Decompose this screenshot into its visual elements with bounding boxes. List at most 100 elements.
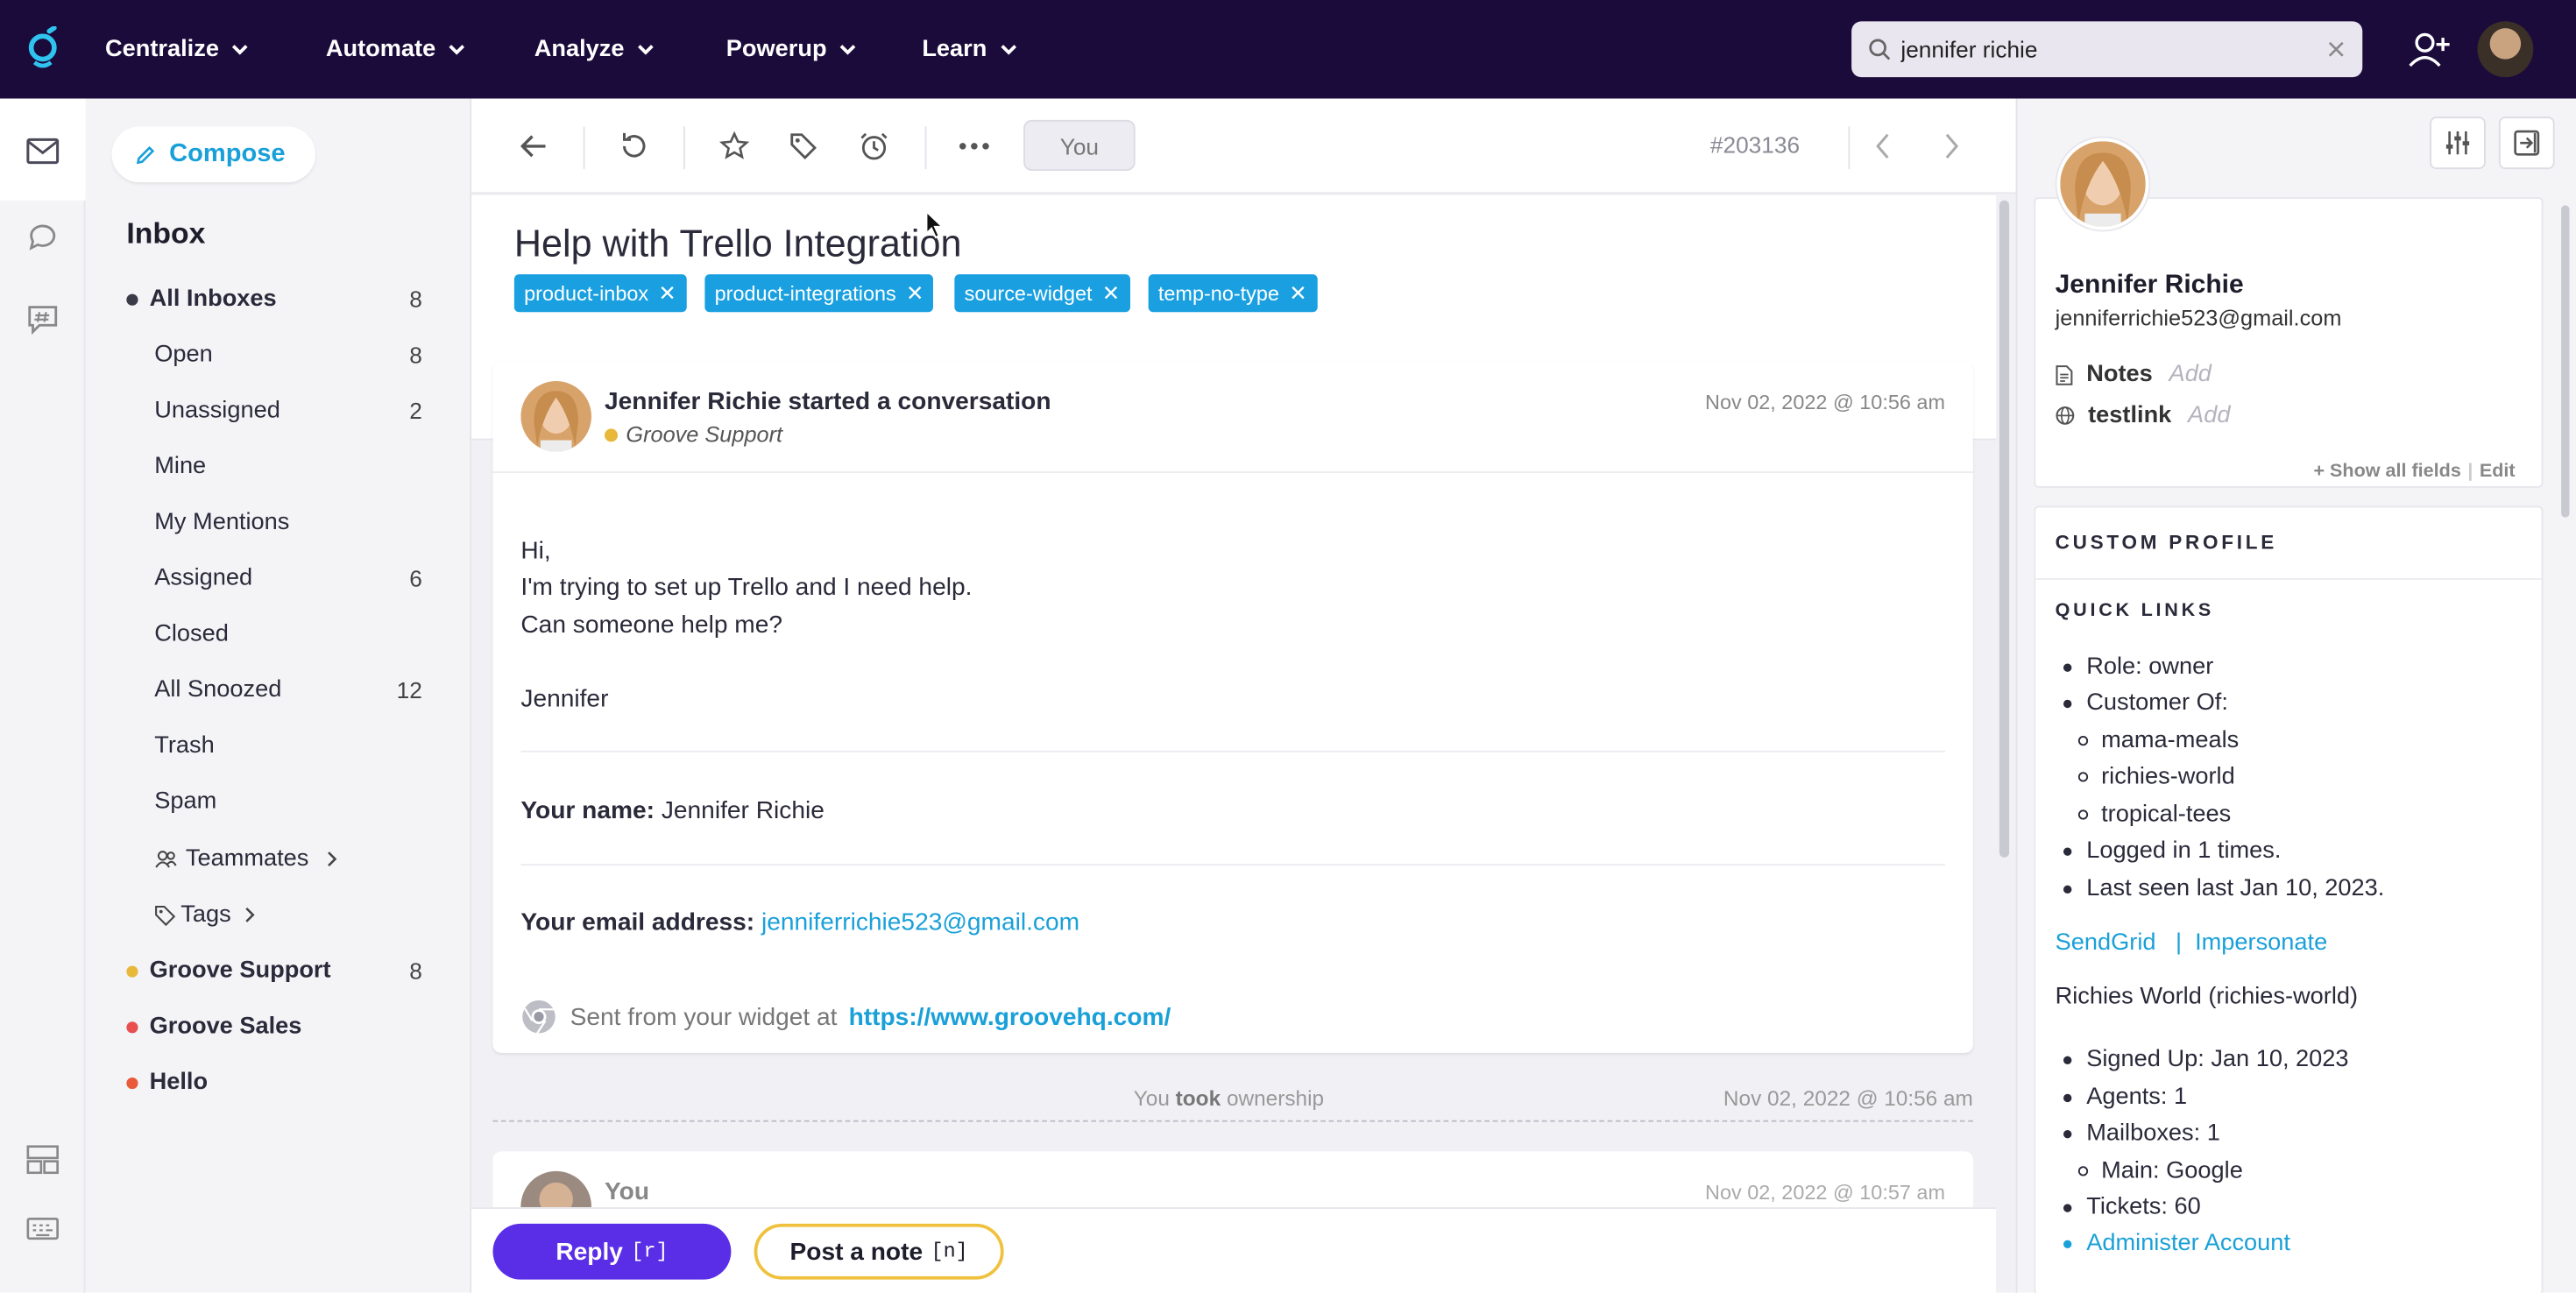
field-value: Jennifer Richie xyxy=(661,796,824,825)
chevron-down-icon xyxy=(638,45,654,55)
star-button[interactable] xyxy=(715,126,754,166)
message-body-line: I'm trying to set up Trello and I need h… xyxy=(520,573,973,602)
show-all-fields-link[interactable]: + Show all fields xyxy=(2313,462,2460,482)
link-separator: | xyxy=(2175,929,2183,957)
assignee-button[interactable]: You xyxy=(1023,119,1136,171)
folder-all-snoozed[interactable]: All Snoozed 12 xyxy=(86,670,472,710)
user-avatar[interactable] xyxy=(2477,21,2534,78)
nav-centralize[interactable]: Centralize xyxy=(105,36,249,62)
field-label: Your name: xyxy=(520,796,655,825)
chevron-right-icon xyxy=(1945,133,1959,159)
global-search xyxy=(1851,21,2363,78)
folder-label: Tags xyxy=(180,901,231,929)
globe-icon xyxy=(2056,406,2075,425)
reply-shortcut: [r] xyxy=(631,1240,669,1263)
back-button[interactable] xyxy=(514,126,554,166)
rail-channels[interactable] xyxy=(23,299,62,338)
sendgrid-link[interactable]: SendGrid xyxy=(2056,929,2156,956)
mailbox-groove-sales[interactable]: Groove Sales xyxy=(86,1007,472,1046)
email-link[interactable]: jenniferrichie523@gmail.com xyxy=(761,908,1079,936)
folder-teammates[interactable]: Teammates xyxy=(86,839,472,879)
widget-source-line: Sent from your widget at https://www.gro… xyxy=(520,999,1171,1035)
note-shortcut: [n] xyxy=(931,1240,968,1263)
snooze-button[interactable] xyxy=(854,126,894,166)
reply-label: Reply xyxy=(556,1237,623,1266)
chevron-right-icon xyxy=(328,851,337,867)
administer-account-link[interactable]: Administer Account xyxy=(2086,1230,2290,1256)
conversation-scrollbar[interactable] xyxy=(1999,200,2010,858)
folder-open[interactable]: Open 8 xyxy=(86,336,472,375)
nav-learn[interactable]: Learn xyxy=(922,36,1016,62)
exit-panel-icon xyxy=(2514,130,2540,156)
customize-panel-button[interactable] xyxy=(2430,117,2486,170)
list-item: Customer Of: xyxy=(2063,690,2228,717)
rail-layout[interactable] xyxy=(23,1140,62,1179)
customer-panel-scrollbar[interactable] xyxy=(2561,205,2570,518)
folder-mine[interactable]: Mine xyxy=(86,447,472,486)
folder-label: Teammates xyxy=(185,845,309,873)
reopen-button[interactable] xyxy=(614,126,654,166)
folder-my-mentions[interactable]: My Mentions xyxy=(86,503,472,542)
folder-all-inboxes[interactable]: All Inboxes 8 xyxy=(86,279,472,319)
customer-field-notes[interactable]: Notes Add xyxy=(2056,362,2212,388)
mailbox-color-dot xyxy=(126,1021,138,1033)
tag-chip[interactable]: temp-no-type ✕ xyxy=(1148,274,1317,313)
rail-keyboard[interactable] xyxy=(23,1209,62,1248)
alarm-clock-icon xyxy=(860,132,888,160)
form-field-name: Your name: Jennifer Richie xyxy=(520,796,824,824)
mailbox-groove-support[interactable]: Groove Support 8 xyxy=(86,951,472,991)
keyboard-icon xyxy=(26,1217,59,1240)
tag-chip[interactable]: product-integrations ✕ xyxy=(704,274,934,313)
folder-closed[interactable]: Closed xyxy=(86,614,472,654)
compose-button[interactable]: Compose xyxy=(111,126,315,183)
mailbox-hello[interactable]: Hello xyxy=(86,1063,472,1102)
document-icon xyxy=(2056,364,2073,385)
remove-tag-icon[interactable]: ✕ xyxy=(1102,280,1120,307)
remove-tag-icon[interactable]: ✕ xyxy=(1289,280,1306,307)
nav-powerup[interactable]: Powerup xyxy=(726,36,857,62)
toolbar-divider xyxy=(924,126,927,170)
folder-spam[interactable]: Spam xyxy=(86,782,472,822)
impersonate-link[interactable]: Impersonate xyxy=(2195,929,2327,956)
field-add-link[interactable]: Add xyxy=(2169,362,2212,388)
nav-analyze[interactable]: Analyze xyxy=(534,36,655,62)
post-note-button[interactable]: Post a note [n] xyxy=(754,1223,1004,1280)
list-item: Logged in 1 times. xyxy=(2063,837,2281,864)
collapse-panel-button[interactable] xyxy=(2498,117,2555,170)
nav-automate[interactable]: Automate xyxy=(326,36,465,62)
customer-field-testlink[interactable]: testlink Add xyxy=(2056,402,2230,428)
folder-assigned[interactable]: Assigned 6 xyxy=(86,559,472,598)
remove-tag-icon[interactable]: ✕ xyxy=(906,280,924,307)
add-user-icon[interactable] xyxy=(2409,30,2452,69)
folder-label: Unassigned xyxy=(154,397,280,424)
field-add-link[interactable]: Add xyxy=(2188,402,2230,428)
arrow-left-icon xyxy=(520,135,546,158)
folder-tags[interactable]: Tags xyxy=(86,895,472,935)
chevron-right-icon xyxy=(245,907,255,922)
toolbar-divider xyxy=(1848,126,1851,170)
quick-links-title: QUICK LINKS xyxy=(2055,601,2215,621)
edit-fields-link[interactable]: Edit xyxy=(2480,462,2516,482)
folder-trash[interactable]: Trash xyxy=(86,726,472,766)
tag-chip[interactable]: source-widget ✕ xyxy=(954,274,1130,313)
field-label: Your email address: xyxy=(520,908,755,936)
reply-button[interactable]: Reply [r] xyxy=(492,1223,732,1280)
message-card: Jennifer Richie started a conversation G… xyxy=(492,361,1973,1053)
widget-url-link[interactable]: https://www.groovehq.com/ xyxy=(849,1003,1171,1031)
rail-chat[interactable] xyxy=(23,216,62,255)
clear-search-icon[interactable] xyxy=(2326,39,2346,60)
more-actions-button[interactable] xyxy=(954,126,994,166)
previous-conversation-button[interactable] xyxy=(1863,126,1902,166)
layout-icon xyxy=(26,1145,59,1175)
next-conversation-button[interactable] xyxy=(1932,126,1971,166)
rail-inbox[interactable] xyxy=(23,131,62,171)
folder-count: 8 xyxy=(409,957,422,985)
tag-chip[interactable]: product-inbox ✕ xyxy=(513,274,687,313)
list-item-text: Tickets: 60 xyxy=(2086,1194,2201,1221)
search-input[interactable] xyxy=(1900,36,2326,63)
tag-button[interactable] xyxy=(783,126,823,166)
folder-unassigned[interactable]: Unassigned 2 xyxy=(86,391,472,430)
groove-logo-icon[interactable] xyxy=(26,26,60,69)
event-actor: You xyxy=(1133,1085,1170,1111)
remove-tag-icon[interactable]: ✕ xyxy=(658,280,676,307)
